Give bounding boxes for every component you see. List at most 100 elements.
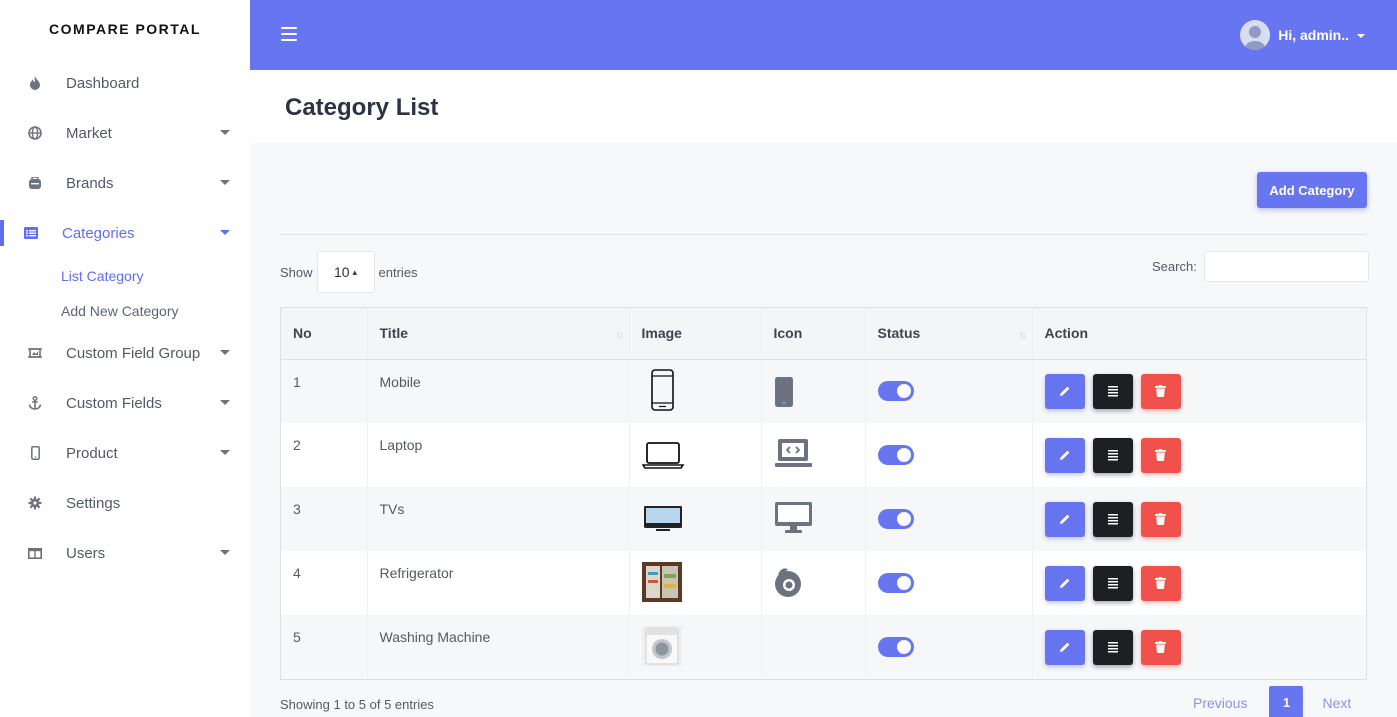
smartphone-image: [642, 368, 682, 414]
refrigerator-photo: [641, 561, 682, 605]
chevron-down-icon: [220, 350, 230, 355]
firefox-icon: [774, 567, 814, 602]
edit-button[interactable]: [1044, 437, 1085, 473]
cell-image: [629, 423, 762, 487]
sidebar-item-label: Custom Field Group: [66, 344, 201, 362]
washing-machine-photo: [641, 625, 682, 669]
brand-logo[interactable]: COMPARE PORTAL: [0, 0, 250, 58]
cell-status: [865, 359, 1033, 423]
cell-title: TVs: [367, 487, 630, 551]
delete-button[interactable]: [1140, 437, 1181, 473]
cell-icon: [761, 551, 866, 615]
desktop-icon: [774, 501, 814, 538]
column-header-no[interactable]: No: [281, 308, 368, 360]
delete-button[interactable]: [1140, 373, 1181, 409]
edit-button[interactable]: [1044, 501, 1085, 537]
edit-button[interactable]: [1044, 565, 1085, 601]
sidebar-item-brands[interactable]: Brands: [0, 158, 250, 208]
sidebar-item-settings[interactable]: Settings: [0, 478, 250, 528]
cell-status: [865, 423, 1033, 487]
search-control: Search:: [1152, 251, 1369, 282]
sidebar-subitem-list-category[interactable]: List Category: [0, 258, 250, 293]
pencil-icon: [1059, 386, 1069, 397]
lines-icon: [1107, 386, 1118, 397]
sidebar-item-dashboard[interactable]: Dashboard: [0, 58, 250, 108]
top-navbar: Hi, admin..: [250, 0, 1397, 70]
delete-button[interactable]: [1140, 501, 1181, 537]
next-page-link[interactable]: Next: [1322, 695, 1351, 711]
status-toggle[interactable]: [877, 381, 914, 402]
status-toggle[interactable]: [877, 509, 914, 529]
lines-icon: [1107, 578, 1118, 589]
column-header-status[interactable]: Status ↑↓: [865, 308, 1033, 360]
sidebar-item-product[interactable]: Product: [0, 428, 250, 478]
menu-toggle-icon[interactable]: [281, 27, 297, 41]
user-menu[interactable]: Hi, admin..: [1240, 20, 1365, 50]
laptop-code-icon: [774, 438, 814, 474]
sidebar-item-categories[interactable]: Categories: [0, 208, 250, 258]
cell-action: [1032, 551, 1366, 615]
previous-page-link[interactable]: Previous: [1193, 695, 1247, 711]
gear-icon: [26, 494, 44, 512]
cell-icon: [761, 359, 866, 423]
cell-image: [629, 487, 762, 551]
page-1-button[interactable]: 1: [1269, 686, 1304, 717]
list-icon: [22, 224, 40, 242]
status-toggle[interactable]: [877, 573, 914, 593]
pencil-icon: [1059, 642, 1069, 652]
chevron-down-icon: [220, 450, 230, 455]
cell-title: Washing Machine: [367, 615, 630, 679]
cell-image: [629, 615, 762, 679]
cell-status: [865, 487, 1033, 551]
cell-icon: [761, 615, 866, 679]
column-header-title[interactable]: Title ↑↓: [367, 308, 630, 360]
details-button[interactable]: [1092, 565, 1133, 601]
cell-no: 4: [281, 551, 368, 615]
chevron-down-icon: [220, 180, 230, 185]
add-category-button[interactable]: Add Category: [1257, 172, 1367, 208]
crop-icon: [26, 344, 44, 362]
details-button[interactable]: [1092, 629, 1133, 665]
sidebar-item-custom-fields[interactable]: Custom Fields: [0, 378, 250, 428]
page-length-value: 10: [333, 264, 350, 280]
sidebar-item-market[interactable]: Market: [0, 108, 250, 158]
sidebar-item-label: Product: [66, 444, 118, 462]
sidebar-subitem-add-new-category[interactable]: Add New Category: [0, 293, 250, 328]
details-button[interactable]: [1092, 373, 1133, 409]
delete-button[interactable]: [1140, 565, 1181, 601]
anchor-icon: [26, 394, 44, 412]
search-input[interactable]: [1203, 251, 1369, 282]
sidebar-item-label: Users: [66, 544, 106, 562]
sidebar-item-users[interactable]: Users: [0, 528, 250, 578]
sidebar-item-custom-field-group[interactable]: Custom Field Group: [0, 328, 250, 378]
details-button[interactable]: [1092, 437, 1133, 473]
trash-icon: [1155, 577, 1166, 589]
table-info: Showing 1 to 5 of 5 entries: [280, 697, 434, 712]
trash-icon: [1155, 513, 1166, 525]
laptop-image: [641, 441, 686, 474]
mobile-icon: [774, 376, 814, 413]
cell-icon: [761, 423, 866, 487]
cell-status: [865, 615, 1033, 679]
cell-action: [1032, 615, 1366, 679]
globe-icon: [26, 124, 44, 142]
cell-title: Laptop: [367, 423, 630, 487]
cell-image: [629, 359, 762, 423]
edit-button[interactable]: [1044, 629, 1085, 665]
cell-status: [865, 551, 1033, 615]
status-toggle[interactable]: [877, 637, 914, 657]
cell-title: Mobile: [367, 359, 630, 423]
status-toggle[interactable]: [877, 445, 914, 465]
edit-button[interactable]: [1044, 373, 1085, 409]
details-button[interactable]: [1092, 501, 1133, 537]
cell-action: [1032, 487, 1366, 551]
delete-button[interactable]: [1140, 629, 1181, 665]
show-label: Show: [280, 264, 313, 280]
page-title: Category List: [285, 94, 439, 121]
tag-icon: [26, 174, 44, 192]
fire-icon: [26, 74, 44, 92]
page-length-select[interactable]: 10 ▴︎: [316, 251, 375, 293]
table-row: 1 Mobile: [281, 359, 1366, 423]
pencil-icon: [1059, 450, 1069, 460]
table-row: 4 Refrigerator: [281, 551, 1366, 615]
